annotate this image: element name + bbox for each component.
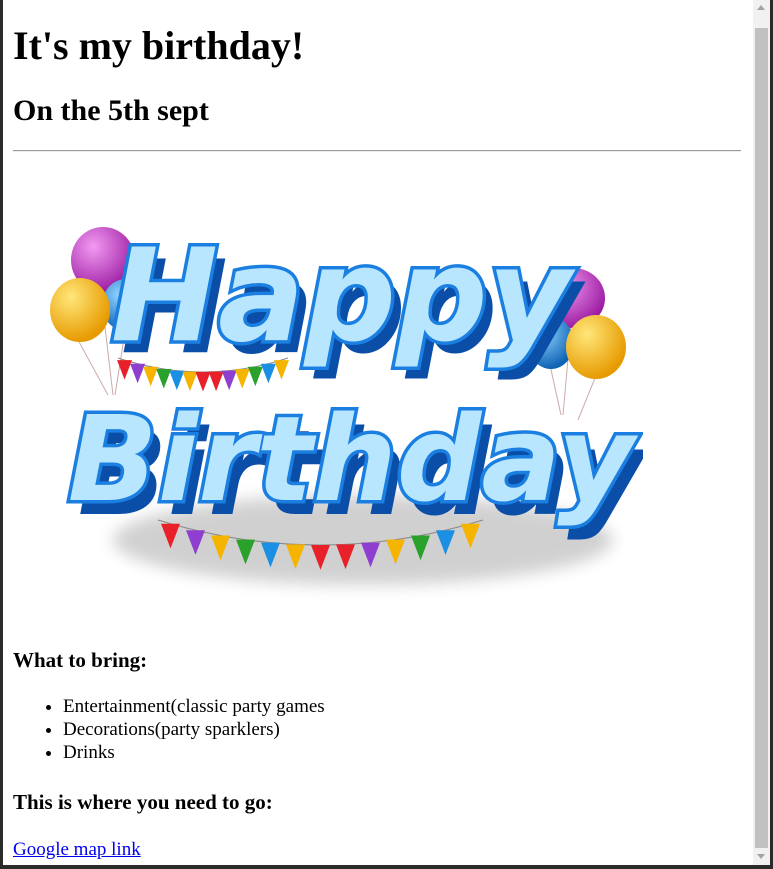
divider [13, 150, 741, 152]
happy-text: Happy [111, 222, 576, 371]
window-frame-bottom [0, 865, 773, 869]
page-subtitle: On the 5th sept [13, 94, 209, 127]
balloon-icon [50, 278, 110, 342]
list-item: Drinks [63, 741, 325, 764]
directions-heading: This is where you need to go: [13, 790, 273, 814]
arrow-up-icon [757, 5, 765, 10]
what-to-bring-heading: What to bring: [13, 648, 148, 672]
vertical-scrollbar[interactable] [753, 0, 770, 865]
scrollbar-thumb[interactable] [755, 28, 768, 848]
happy-text-group: Happy Happy [107, 219, 585, 384]
list-item: Decorations(party sparklers) [63, 718, 325, 741]
page-viewport: It's my birthday! On the 5th sept Happy … [3, 0, 753, 865]
birthday-text: Birthday [68, 390, 639, 528]
arrow-down-icon [757, 854, 765, 859]
list-item: Entertainment(classic party games [63, 695, 325, 718]
birthday-text-group: Birthday Birthday [64, 387, 643, 543]
page-title: It's my birthday! [13, 23, 305, 68]
scroll-down-button[interactable] [753, 848, 770, 865]
scroll-up-button[interactable] [753, 0, 770, 17]
happy-birthday-image: Happy Happy Birthday Birthday [50, 219, 643, 585]
bring-list: Entertainment(classic party games Decora… [13, 695, 325, 764]
google-map-link[interactable]: Google map link [13, 838, 141, 861]
